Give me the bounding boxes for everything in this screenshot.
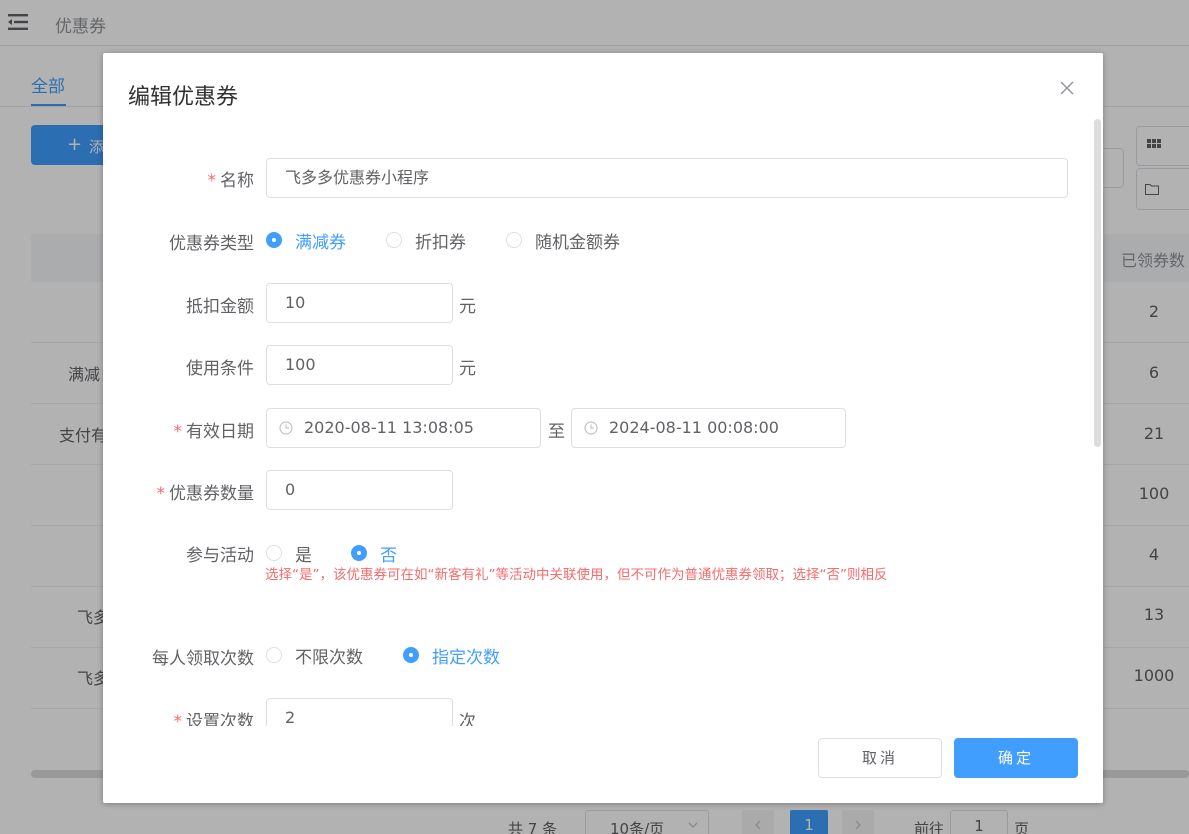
end-date-value: 2024-08-11 00:08:00: [609, 418, 779, 437]
use-condition-label: 使用条件: [186, 359, 254, 379]
dialog-title: 编辑优惠券: [128, 85, 239, 110]
radio-dot: [403, 647, 419, 663]
required-mark: *: [173, 712, 183, 726]
join-activity-label: 参与活动: [186, 546, 254, 566]
coupon-type-radio-random[interactable]: 随机金额券: [506, 228, 620, 253]
radio-label: 否: [380, 545, 397, 566]
name-label: * 名称: [208, 166, 255, 191]
set-times-row: * 设置次数 2 次: [103, 683, 1103, 726]
coupon-type-radio-discount[interactable]: 折扣券: [386, 228, 466, 253]
required-mark: *: [156, 484, 166, 504]
set-times-label: * 设置次数: [174, 707, 255, 726]
quantity-input[interactable]: 0: [266, 470, 453, 510]
per-person-limit-label: 每人领取次数: [152, 649, 254, 669]
confirm-button[interactable]: 确定: [954, 738, 1078, 778]
date-range-separator: 至: [548, 422, 565, 442]
start-date-input[interactable]: 2020-08-11 13:08:05: [266, 408, 541, 448]
valid-date-label-text: 有效日期: [186, 422, 254, 442]
name-input[interactable]: 飞多多优惠券小程序: [266, 158, 1068, 198]
required-mark: *: [207, 171, 217, 191]
cancel-button[interactable]: 取消: [818, 738, 942, 778]
radio-dot: [266, 545, 282, 561]
valid-date-label: * 有效日期: [174, 417, 255, 442]
radio-dot: [266, 232, 282, 248]
use-condition-input[interactable]: 100: [266, 345, 453, 385]
end-date-input[interactable]: 2024-08-11 00:08:00: [571, 408, 846, 448]
quantity-label: * 优惠券数量: [157, 479, 255, 504]
radio-label: 随机金额券: [535, 232, 620, 253]
use-condition-unit: 元: [459, 359, 476, 379]
per-person-radio-unlimited[interactable]: 不限次数: [266, 643, 363, 668]
quantity-label-text: 优惠券数量: [169, 484, 254, 504]
radio-label: 满减券: [295, 232, 346, 253]
clock-icon: [279, 421, 293, 435]
close-icon[interactable]: [1059, 80, 1075, 96]
deduct-amount-input[interactable]: 10: [266, 283, 453, 323]
start-date-value: 2020-08-11 13:08:05: [304, 418, 474, 437]
radio-dot: [506, 232, 522, 248]
radio-dot: [266, 647, 282, 663]
radio-label: 折扣券: [415, 232, 466, 253]
join-activity-radio-yes[interactable]: 是: [266, 541, 312, 566]
coupon-type-label: 优惠券类型: [169, 234, 254, 254]
radio-label: 指定次数: [432, 647, 500, 668]
set-times-label-text: 设置次数: [186, 712, 254, 726]
required-mark: *: [173, 422, 183, 442]
radio-label: 是: [295, 545, 312, 566]
join-activity-radio-no[interactable]: 否: [351, 541, 397, 566]
radio-dot: [351, 545, 367, 561]
deduct-amount-label: 抵扣金额: [186, 297, 254, 317]
name-label-text: 名称: [220, 171, 254, 191]
coupon-type-radio-full-reduction[interactable]: 满减券: [266, 228, 346, 253]
edit-coupon-dialog: 编辑优惠券 * 名称 飞多多优惠券小程序 优惠券类型 满减券 折扣券 随机金额券 …: [103, 53, 1103, 803]
dialog-scrollbar[interactable]: [1094, 119, 1101, 447]
radio-dot: [386, 232, 402, 248]
clock-icon: [584, 421, 598, 435]
per-person-radio-specified[interactable]: 指定次数: [403, 643, 500, 668]
deduct-amount-unit: 元: [459, 297, 476, 317]
set-times-input[interactable]: 2: [266, 698, 453, 726]
join-activity-hint: 选择“是”，该优惠券可在如“新客有礼”等活动中关联使用，但不可作为普通优惠券领取…: [265, 567, 888, 583]
radio-label: 不限次数: [295, 647, 363, 668]
set-times-unit: 次: [459, 712, 476, 726]
